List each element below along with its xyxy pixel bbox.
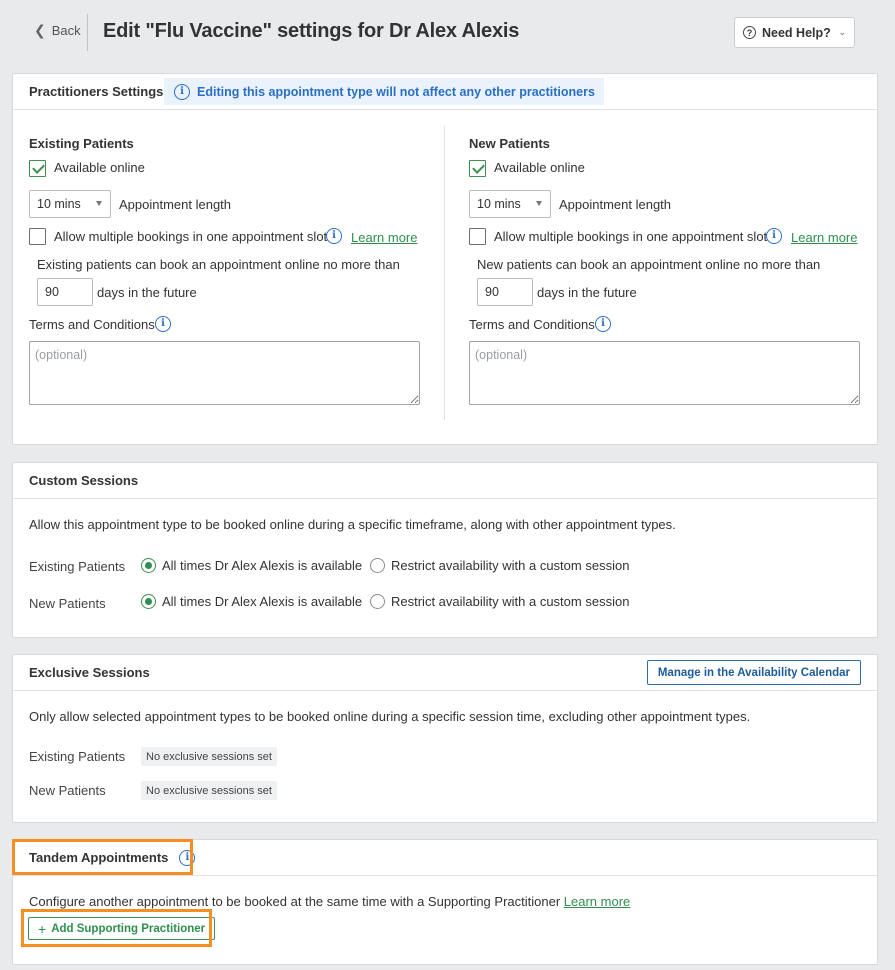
new-days-label: days in the future xyxy=(537,285,637,300)
header-divider xyxy=(87,14,88,51)
new-appointment-length-label: Appointment length xyxy=(559,197,672,212)
practitioners-settings-title: Practitioners Settings xyxy=(29,84,164,99)
manage-availability-calendar-button[interactable]: Manage in the Availability Calendar xyxy=(646,660,861,685)
tandem-description: Configure another appointment to be book… xyxy=(29,894,630,909)
new-available-online-checkbox[interactable] xyxy=(469,160,486,177)
custom-sessions-header: Custom Sessions xyxy=(13,463,877,499)
practitioners-settings-header: Practitioners Settings i Editing this ap… xyxy=(13,74,877,110)
info-icon: i xyxy=(174,83,190,100)
new-appointment-length-select[interactable]: 10 mins xyxy=(469,190,551,218)
custom-new-all-label: All times Dr Alex Alexis is available xyxy=(162,594,363,609)
question-icon: ? xyxy=(743,26,756,39)
custom-new-all-radio[interactable] xyxy=(141,594,156,609)
custom-existing-restrict-label: Restrict availability with a custom sess… xyxy=(391,558,630,573)
existing-learn-more-link[interactable]: Learn more xyxy=(351,230,417,245)
existing-multiple-bookings-label: Allow multiple bookings in one appointme… xyxy=(54,229,328,244)
exclusive-new-status: No exclusive sessions set xyxy=(141,781,277,800)
custom-existing-restrict-radio[interactable] xyxy=(370,558,385,573)
info-notice-text: Editing this appointment type will not a… xyxy=(197,84,595,99)
exclusive-sessions-header: Exclusive Sessions Manage in the Availab… xyxy=(13,655,877,691)
custom-new-label: New Patients xyxy=(29,596,106,611)
caret-down-icon xyxy=(536,201,542,206)
existing-multiple-bookings-checkbox[interactable] xyxy=(29,228,46,245)
existing-days-input[interactable] xyxy=(37,278,93,306)
info-icon[interactable]: i xyxy=(595,316,611,332)
column-divider xyxy=(444,126,445,420)
new-days-input[interactable] xyxy=(477,278,533,306)
existing-patients-column: Existing Patients Available online 10 mi… xyxy=(29,110,429,430)
highlight-add-button xyxy=(21,909,212,947)
exclusive-sessions-panel: Exclusive Sessions Manage in the Availab… xyxy=(12,654,878,823)
exclusive-sessions-description: Only allow selected appointment types to… xyxy=(29,709,751,724)
info-notice: i Editing this appointment type will not… xyxy=(164,78,604,105)
custom-existing-all-radio[interactable] xyxy=(141,558,156,573)
custom-new-restrict-radio[interactable] xyxy=(370,594,385,609)
existing-advance-text: Existing patients can book an appointmen… xyxy=(37,257,400,272)
chevron-left-icon: ❮ xyxy=(34,22,46,38)
existing-available-online-checkbox[interactable] xyxy=(29,160,46,177)
exclusive-new-label: New Patients xyxy=(29,783,106,798)
back-label: Back xyxy=(51,23,81,38)
new-advance-text: New patients can book an appointment onl… xyxy=(477,257,821,272)
existing-length-value: 10 mins xyxy=(37,197,81,211)
need-help-button[interactable]: ? Need Help? ⌄ xyxy=(734,17,855,48)
chevron-down-icon: ⌄ xyxy=(838,27,846,37)
info-icon[interactable]: i xyxy=(326,228,342,244)
new-available-online-label: Available online xyxy=(494,160,585,175)
new-terms-label: Terms and Conditions xyxy=(469,317,595,332)
info-icon[interactable]: i xyxy=(766,228,782,244)
practitioners-settings-body: Existing Patients Available online 10 mi… xyxy=(13,110,877,446)
existing-appointment-length-label: Appointment length xyxy=(119,197,232,212)
new-multiple-bookings-checkbox[interactable] xyxy=(469,228,486,245)
exclusive-existing-status: No exclusive sessions set xyxy=(141,747,277,766)
existing-terms-textarea[interactable] xyxy=(29,341,420,405)
custom-sessions-description: Allow this appointment type to be booked… xyxy=(29,517,676,532)
new-terms-textarea[interactable] xyxy=(469,341,860,405)
new-multiple-bookings-label: Allow multiple bookings in one appointme… xyxy=(494,229,768,244)
new-learn-more-link[interactable]: Learn more xyxy=(791,230,857,245)
custom-existing-label: Existing Patients xyxy=(29,559,126,574)
existing-appointment-length-select[interactable]: 10 mins xyxy=(29,190,111,218)
custom-existing-all-label: All times Dr Alex Alexis is available xyxy=(162,558,363,573)
exclusive-sessions-title: Exclusive Sessions xyxy=(29,665,150,680)
need-help-label: Need Help? xyxy=(762,25,831,40)
existing-terms-label: Terms and Conditions xyxy=(29,317,155,332)
caret-down-icon xyxy=(96,201,102,206)
tandem-learn-more-link[interactable]: Learn more xyxy=(564,894,630,909)
exclusive-existing-label: Existing Patients xyxy=(29,749,126,764)
highlight-tandem-title xyxy=(12,839,193,875)
page-title: Edit "Flu Vaccine" settings for Dr Alex … xyxy=(103,20,520,42)
existing-patients-title: Existing Patients xyxy=(29,136,134,151)
new-patients-title: New Patients xyxy=(469,136,550,151)
custom-sessions-panel: Custom Sessions Allow this appointment t… xyxy=(12,462,878,638)
new-patients-column: New Patients Available online 10 mins Ap… xyxy=(469,110,869,430)
new-length-value: 10 mins xyxy=(477,197,521,211)
back-link[interactable]: ❮ Back xyxy=(34,22,81,39)
existing-available-online-label: Available online xyxy=(54,160,145,175)
tandem-description-text: Configure another appointment to be book… xyxy=(29,894,561,909)
info-icon[interactable]: i xyxy=(155,316,171,332)
practitioners-settings-panel: Practitioners Settings i Editing this ap… xyxy=(12,73,878,445)
custom-sessions-title: Custom Sessions xyxy=(29,473,139,488)
existing-days-label: days in the future xyxy=(97,285,197,300)
custom-new-restrict-label: Restrict availability with a custom sess… xyxy=(391,594,630,609)
